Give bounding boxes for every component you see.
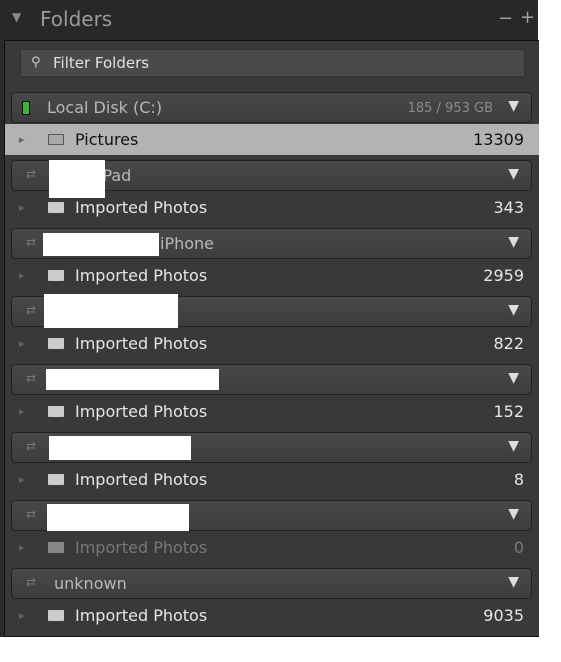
expand-triangle-icon[interactable]: ▶ [19, 136, 24, 144]
folder-row[interactable]: ▶ Imported Photos 2959 [5, 260, 539, 294]
expand-triangle-icon[interactable]: ▶ [19, 408, 24, 416]
volume-header[interactable]: Local Disk (C:) 185 / 953 GB ▼ [11, 92, 532, 123]
sync-arrows-icon: ⇄ [26, 575, 37, 589]
folder-name: Imported Photos [75, 606, 208, 625]
redaction [46, 369, 219, 390]
sync-arrows-icon: ⇄ [26, 303, 37, 317]
volume-name: iPhone [160, 234, 215, 253]
sync-arrows-icon: ⇄ [26, 167, 37, 181]
volume-header[interactable]: ⇄ unknown ▼ [11, 568, 532, 599]
folder-row[interactable]: ▶ Imported Photos 822 [5, 328, 539, 362]
sync-arrows-icon: ⇄ [26, 371, 37, 385]
redaction [43, 233, 159, 256]
remove-folder-button[interactable]: − [498, 8, 513, 29]
folder-icon [48, 134, 64, 145]
search-icon: ⚲ [31, 55, 41, 70]
panel-header[interactable]: ▼ Folders − + [0, 0, 538, 40]
folder-icon [48, 542, 64, 553]
expand-triangle-icon[interactable]: ▶ [19, 612, 24, 620]
add-folder-button[interactable]: + [520, 7, 535, 28]
folder-icon [48, 338, 64, 349]
folder-icon [48, 406, 64, 417]
chevron-down-icon[interactable]: ▼ [508, 574, 519, 590]
redaction [44, 294, 178, 328]
folder-name: Imported Photos [75, 402, 208, 421]
volume-name: unknown [54, 574, 127, 593]
triangle-down-icon[interactable]: ▼ [12, 10, 21, 24]
folder-count: 9035 [483, 606, 524, 625]
redaction [47, 504, 189, 531]
chevron-down-icon[interactable]: ▼ [508, 438, 519, 454]
expand-triangle-icon[interactable]: ▶ [19, 340, 24, 348]
folder-row[interactable]: ▶ Imported Photos 152 [5, 396, 539, 430]
folder-icon [48, 474, 64, 485]
expand-triangle-icon[interactable]: ▶ [19, 544, 24, 552]
redaction [49, 160, 105, 198]
expand-triangle-icon[interactable]: ▶ [19, 204, 24, 212]
panel-title: Folders [40, 7, 113, 31]
volume-size: 185 / 953 GB [407, 101, 493, 116]
folder-count: 13309 [473, 130, 524, 149]
folder-name: Imported Photos [75, 198, 208, 217]
expand-triangle-icon[interactable]: ▶ [19, 476, 24, 484]
chevron-down-icon[interactable]: ▼ [508, 98, 519, 114]
folder-count: 343 [493, 198, 524, 217]
disk-status-icon [22, 101, 30, 115]
folder-row[interactable]: ▶ Imported Photos 8 [5, 464, 539, 498]
folder-row[interactable]: ▶ Imported Photos 9035 [5, 600, 539, 634]
folder-icon [48, 610, 64, 621]
folder-name: Imported Photos [75, 538, 208, 557]
filter-placeholder: Filter Folders [53, 54, 150, 72]
chevron-down-icon[interactable]: ▼ [508, 506, 519, 522]
folder-row[interactable]: ▶ Imported Photos 0 [5, 532, 539, 566]
sync-arrows-icon: ⇄ [26, 507, 37, 521]
folder-name: Imported Photos [75, 334, 208, 353]
redaction [49, 436, 191, 460]
folder-count: 0 [513, 538, 524, 557]
sync-arrows-icon: ⇄ [26, 235, 37, 249]
expand-triangle-icon[interactable]: ▶ [19, 272, 24, 280]
folder-name: Imported Photos [75, 266, 208, 285]
folder-count: 2959 [483, 266, 524, 285]
chevron-down-icon[interactable]: ▼ [508, 234, 519, 250]
chevron-down-icon[interactable]: ▼ [508, 302, 519, 318]
sync-arrows-icon: ⇄ [26, 439, 37, 453]
folder-icon [48, 202, 64, 213]
folder-icon [48, 270, 64, 281]
folder-count: 822 [493, 334, 524, 353]
folder-count: 152 [493, 402, 524, 421]
filter-folders-input[interactable]: ⚲ Filter Folders [20, 49, 525, 77]
folder-name: Pictures [75, 130, 139, 149]
folder-name: Imported Photos [75, 470, 208, 489]
volume-name: Local Disk (C:) [47, 98, 163, 117]
folder-row[interactable]: ▶ Pictures 13309 [5, 124, 539, 155]
chevron-down-icon[interactable]: ▼ [508, 166, 519, 182]
chevron-down-icon[interactable]: ▼ [508, 370, 519, 386]
folders-list: ⚲ Filter Folders Local Disk (C:) 185 / 95… [4, 40, 539, 637]
folder-count: 8 [513, 470, 524, 489]
